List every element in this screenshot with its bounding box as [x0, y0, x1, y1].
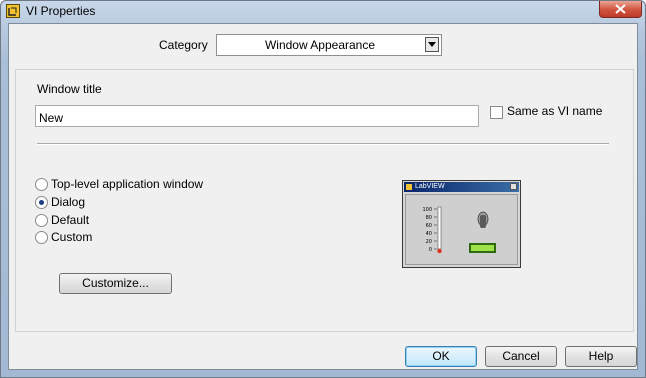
close-icon [615, 4, 626, 14]
dropdown-arrow-button[interactable] [425, 37, 439, 52]
section-divider [37, 143, 609, 145]
category-label: Category [159, 38, 208, 52]
thermometer-tube [437, 206, 442, 250]
ok-button[interactable]: OK [405, 346, 477, 367]
help-button[interactable]: Help [565, 346, 637, 367]
dialog-window: VI Properties Category Window Appearance… [0, 0, 646, 378]
radio-button[interactable] [35, 178, 48, 191]
thermometer-bulb [437, 248, 442, 254]
window-appearance-panel: Window title Same as VI name Top-level a… [15, 69, 634, 332]
cancel-button[interactable]: Cancel [485, 346, 557, 367]
preview-close-icon [510, 183, 517, 190]
window-title-input[interactable] [35, 105, 479, 127]
preview-app-icon [406, 184, 412, 190]
category-dropdown[interactable]: Window Appearance [216, 34, 442, 56]
category-value: Window Appearance [264, 38, 376, 52]
window-preview: LabVIEW 100 80 60 40 20 0 [402, 180, 521, 268]
led-indicator [471, 245, 494, 251]
preview-controls-graphic: 100 80 60 40 20 0 [422, 206, 496, 254]
radio-label: Default [51, 213, 90, 227]
preview-front-panel: 100 80 60 40 20 0 [405, 194, 518, 265]
scale-label: 40 [426, 231, 432, 237]
scale-label: 100 [422, 207, 432, 213]
radio-label: Custom [51, 230, 93, 244]
radio-button[interactable] [35, 214, 48, 227]
labview-app-icon [6, 4, 20, 18]
scale-label: 0 [429, 247, 432, 253]
chevron-down-icon [428, 42, 436, 47]
scale-label: 80 [426, 215, 432, 221]
window-title-label: Window title [37, 82, 102, 96]
scale-label: 20 [426, 239, 432, 245]
checkbox-box[interactable] [490, 106, 503, 119]
same-as-vi-name-label: Same as VI name [507, 104, 603, 118]
window-title: VI Properties [26, 4, 96, 18]
radio-button-selected[interactable] [35, 196, 48, 209]
customize-button[interactable]: Customize... [59, 273, 172, 294]
radio-button[interactable] [35, 231, 48, 244]
toggle-switch-lever [480, 215, 486, 228]
preview-title: LabVIEW [415, 183, 445, 190]
dialog-client-area: Category Window Appearance Window title … [8, 23, 638, 370]
title-bar[interactable]: VI Properties [1, 1, 645, 23]
preview-title-bar: LabVIEW [404, 182, 519, 192]
close-button[interactable] [599, 1, 642, 18]
scale-label: 60 [426, 223, 432, 229]
radio-label: Top-level application window [51, 177, 204, 191]
radio-label: Dialog [51, 195, 86, 209]
